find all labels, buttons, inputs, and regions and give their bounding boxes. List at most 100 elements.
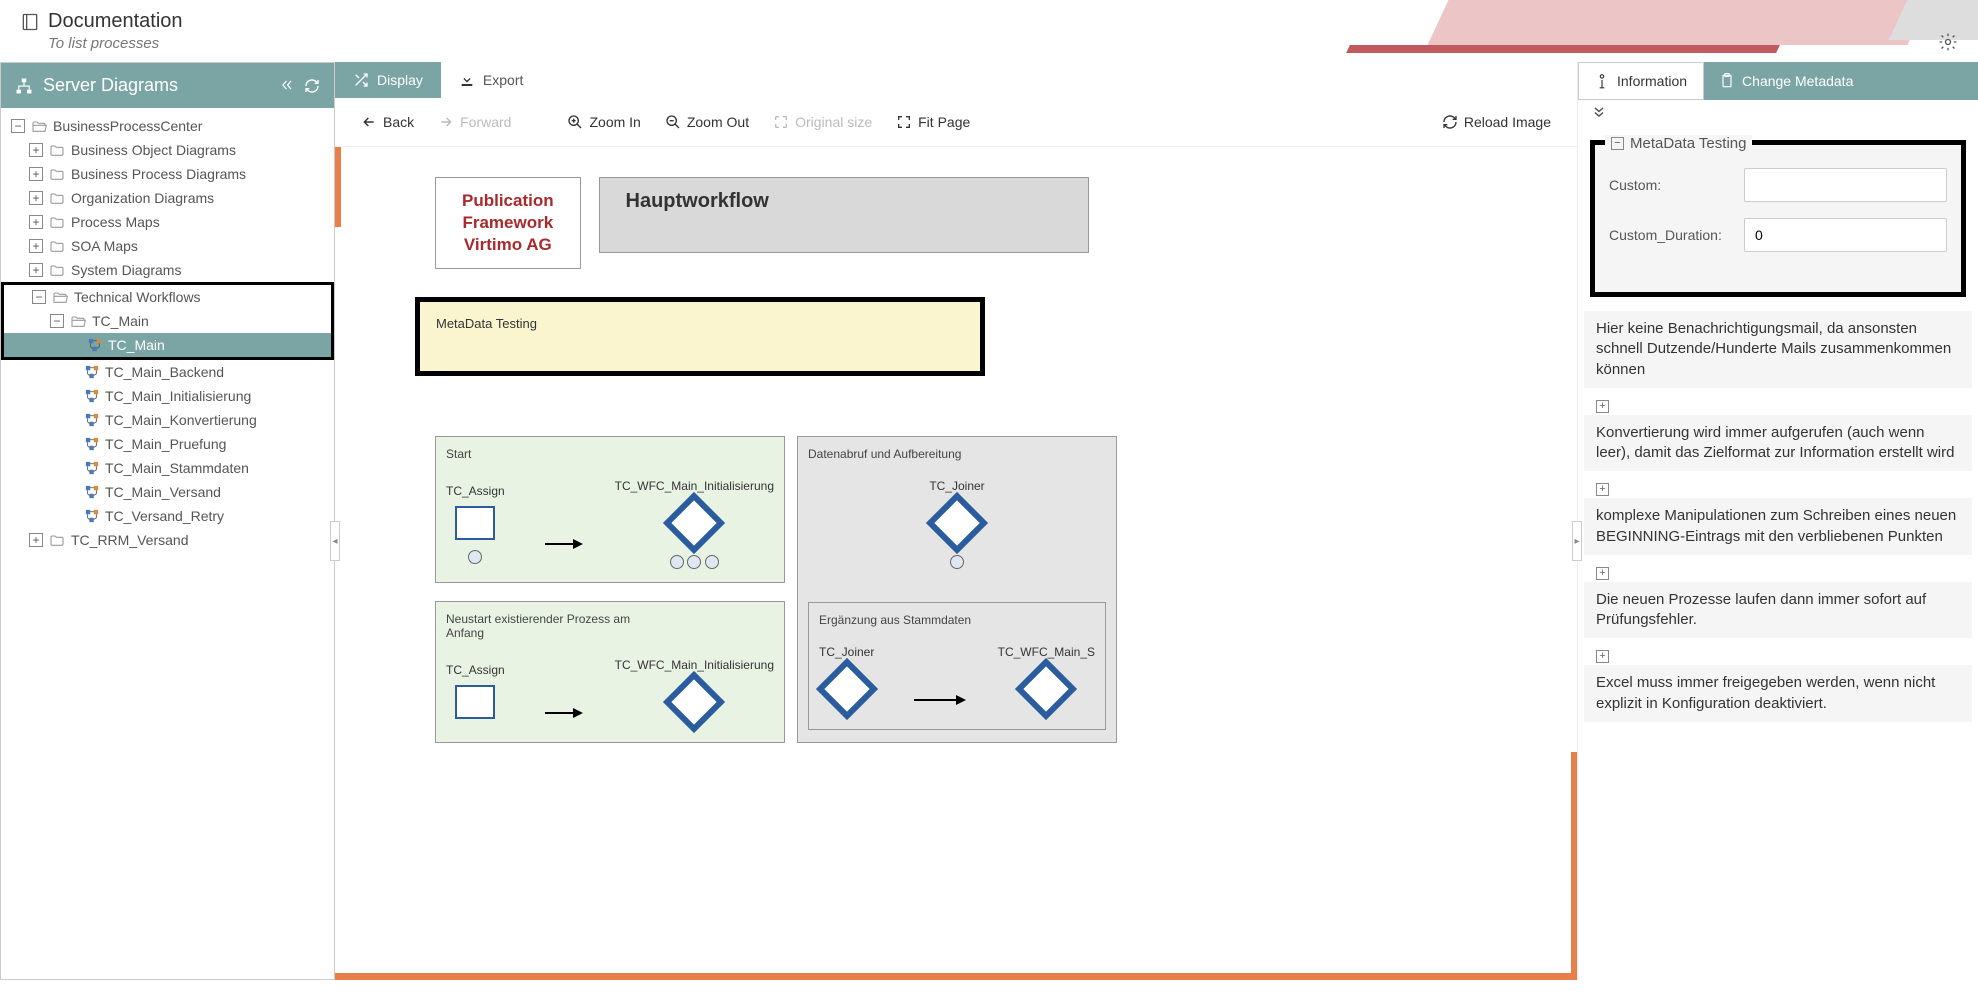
decoration-bar	[1346, 45, 1780, 53]
node-joiner[interactable]: TC_Joiner	[819, 645, 874, 719]
diagram-group-neustart[interactable]: Neustart existierender Prozess am Anfang…	[435, 601, 785, 743]
folder-icon	[49, 215, 65, 229]
folder-icon	[49, 263, 65, 277]
settings-button[interactable]	[1938, 32, 1958, 52]
expand-toggle[interactable]: +	[29, 191, 43, 205]
tab-label: Export	[483, 72, 523, 88]
collapse-toggle[interactable]: −	[50, 314, 64, 328]
tree-folder[interactable]: + System Diagrams	[1, 258, 334, 282]
tree-item[interactable]: TC_Main_Backend	[1, 360, 334, 384]
back-button[interactable]: Back	[351, 108, 424, 136]
node-label: TC_WFC_Main_S	[998, 645, 1095, 659]
pub-line: Framework	[462, 212, 554, 234]
diagram-canvas[interactable]: Publication Framework Virtimo AG Hauptwo…	[335, 147, 1577, 980]
connector-arrow	[545, 543, 575, 545]
tree-item[interactable]: TC_Versand_Retry	[1, 504, 334, 528]
folder-icon	[49, 143, 65, 157]
node-wfc-s[interactable]: TC_WFC_Main_S	[998, 645, 1095, 719]
tab-export[interactable]: Export	[441, 62, 541, 98]
node-badge-icon	[950, 555, 964, 569]
expand-toggle[interactable]: +	[29, 239, 43, 253]
collapse-icon[interactable]	[280, 78, 294, 92]
arrow-right-icon	[438, 114, 454, 130]
tree-folder-rrm[interactable]: + TC_RRM_Versand	[1, 528, 334, 552]
duration-input[interactable]	[1744, 218, 1947, 252]
zoom-out-button[interactable]: Zoom Out	[655, 108, 759, 136]
tree-folder[interactable]: + Process Maps	[1, 210, 334, 234]
tree-label: TC_Main_Konvertierung	[105, 412, 257, 428]
metadata-testing-box[interactable]: MetaData Testing	[415, 297, 985, 376]
decoration-bar	[1428, 0, 1929, 45]
node-wfc-init[interactable]: TC_WFC_Main_Initialisierung	[615, 658, 774, 732]
group-title: Ergänzung aus Stammdaten	[819, 613, 1095, 627]
expand-toggle[interactable]: +	[29, 143, 43, 157]
folder-open-icon	[31, 119, 47, 133]
tree-label: Technical Workflows	[74, 289, 201, 305]
reload-button[interactable]: Reload Image	[1432, 108, 1561, 136]
node-tc-assign[interactable]: TC_Assign	[446, 484, 505, 567]
expand-toggle[interactable]: +	[29, 533, 43, 547]
tree-item[interactable]: TC_Main_Versand	[1, 480, 334, 504]
note-expand-toggle[interactable]: +	[1584, 477, 1972, 498]
hauptworkflow-box: Hauptworkflow	[599, 177, 1089, 253]
gear-icon	[1938, 32, 1958, 52]
expand-toggle[interactable]: +	[29, 215, 43, 229]
fit-page-button[interactable]: Fit Page	[886, 108, 980, 136]
note-expand-toggle[interactable]: +	[1584, 644, 1972, 665]
tree-root[interactable]: − BusinessProcessCenter	[1, 114, 334, 138]
refresh-icon[interactable]	[304, 78, 320, 94]
node-label: TC_WFC_Main_Initialisierung	[615, 658, 774, 672]
note-expand-toggle[interactable]: +	[1584, 561, 1972, 582]
tree-label: System Diagrams	[71, 262, 181, 278]
collapse-chevrons[interactable]	[1578, 100, 1978, 124]
node-tc-assign[interactable]: TC_Assign	[446, 663, 505, 727]
tree-item-tcmain[interactable]: TC_Main	[4, 333, 331, 357]
diagram-group-abruf[interactable]: Datenabruf und Aufbereitung TC_Joiner Er…	[797, 436, 1117, 743]
node-shape	[663, 492, 725, 554]
connector-arrow	[545, 712, 575, 714]
tree-folder[interactable]: +Business Process Diagrams	[1, 162, 334, 186]
tree-folder[interactable]: +Business Object Diagrams	[1, 138, 334, 162]
tree-folder[interactable]: +Organization Diagrams	[1, 186, 334, 210]
custom-input[interactable]	[1744, 168, 1947, 202]
tab-label: Change Metadata	[1742, 73, 1853, 89]
breadcrumb-subtitle[interactable]: To list processes	[48, 35, 183, 52]
marker	[335, 973, 1577, 980]
zoom-in-button[interactable]: Zoom In	[557, 108, 650, 136]
folder-icon	[49, 167, 65, 181]
tree-folder-technical[interactable]: − Technical Workflows	[4, 285, 331, 309]
collapse-toggle[interactable]: −	[32, 290, 46, 304]
tree-folder-tcmain[interactable]: − TC_Main	[4, 309, 331, 333]
expand-toggle[interactable]: +	[29, 167, 43, 181]
expand-toggle[interactable]: +	[29, 263, 43, 277]
tree-label: TC_Main_Backend	[105, 364, 224, 380]
book-icon	[20, 12, 40, 32]
node-joiner[interactable]: TC_Joiner	[929, 479, 984, 572]
diagram-group-erg[interactable]: Ergänzung aus Stammdaten TC_Joiner TC_WF…	[808, 602, 1106, 730]
tree-label: Process Maps	[71, 214, 160, 230]
zoom-out-icon	[665, 114, 681, 130]
connector-arrow	[914, 699, 957, 701]
collapse-toggle[interactable]: −	[11, 119, 25, 133]
tree-folder[interactable]: +SOA Maps	[1, 234, 334, 258]
node-shape	[816, 658, 878, 720]
tab-information[interactable]: Information	[1578, 62, 1704, 100]
publication-box: Publication Framework Virtimo AG	[435, 177, 581, 269]
center-tabs: Display Export	[335, 62, 1577, 98]
hw-label: Hauptworkflow	[626, 190, 769, 212]
tree-label: TC_Versand_Retry	[105, 508, 224, 524]
tree-item[interactable]: TC_Main_Initialisierung	[1, 384, 334, 408]
folder-icon	[49, 533, 65, 547]
original-size-icon	[773, 114, 789, 130]
note-expand-toggle[interactable]: +	[1584, 394, 1972, 415]
tree-label: TC_Main	[92, 313, 149, 329]
tab-label: Display	[377, 72, 423, 88]
collapse-toggle[interactable]: −	[1611, 137, 1624, 150]
tree-item[interactable]: TC_Main_Stammdaten	[1, 456, 334, 480]
tree-item[interactable]: TC_Main_Pruefung	[1, 432, 334, 456]
tab-change-metadata[interactable]: Change Metadata	[1704, 62, 1978, 100]
tab-display[interactable]: Display	[335, 62, 441, 98]
node-wfc-init[interactable]: TC_WFC_Main_Initialisierung	[615, 479, 774, 572]
diagram-group-start[interactable]: Start TC_Assign TC_WFC_Main_Initialisier…	[435, 436, 785, 583]
tree-item[interactable]: TC_Main_Konvertierung	[1, 408, 334, 432]
